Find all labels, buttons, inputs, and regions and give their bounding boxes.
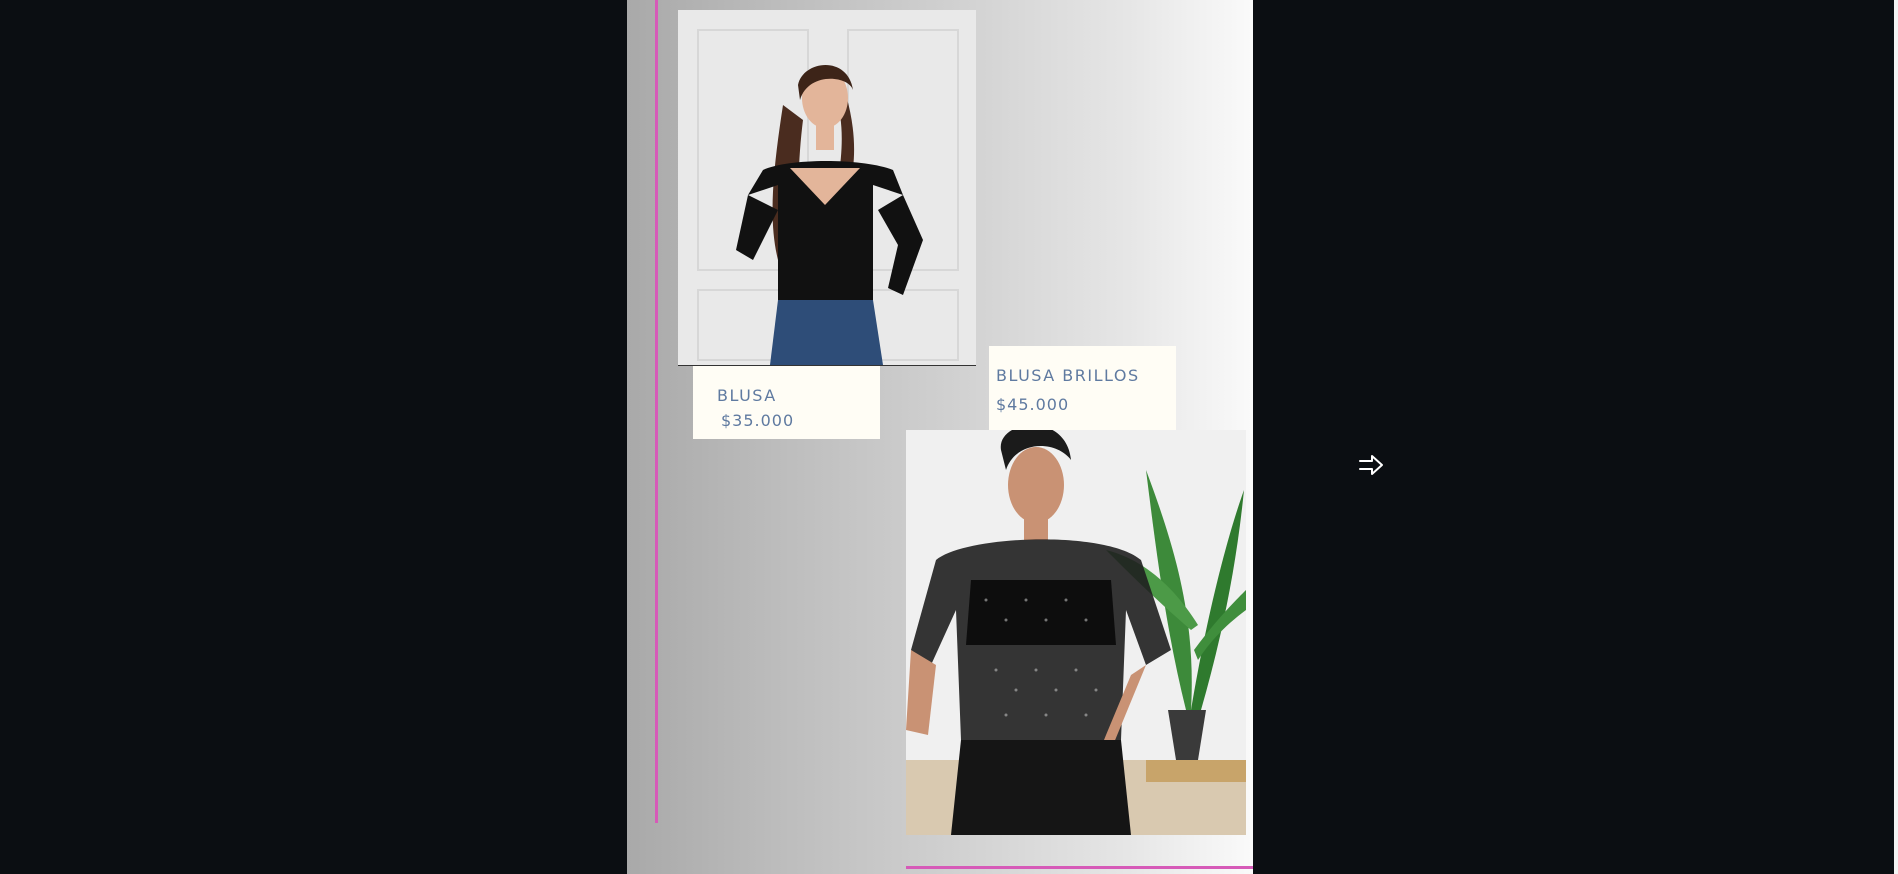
- gallery-page: BLUSA $35.000 BLUSA BRILLOS $45.000: [627, 0, 1253, 874]
- product-image-blusa-brillos[interactable]: [906, 430, 1246, 835]
- product-name: BLUSA BRILLOS: [996, 366, 1140, 385]
- product-price: $45.000: [996, 395, 1070, 414]
- product-image-blusa[interactable]: [678, 10, 976, 366]
- product-price: $35.000: [721, 411, 795, 430]
- product-name: BLUSA: [717, 386, 777, 405]
- arrow-right-icon[interactable]: [1357, 453, 1385, 477]
- accent-vertical-line: [655, 0, 658, 823]
- woman-black-blouse-illustration: [678, 10, 976, 365]
- scrollbar-edge: [1894, 0, 1898, 874]
- lightbox-stage: BLUSA $35.000 BLUSA BRILLOS $45.000: [0, 0, 1898, 874]
- product-card-blusa[interactable]: BLUSA $35.000: [693, 366, 880, 439]
- woman-sheer-top-illustration: [906, 430, 1246, 835]
- accent-horizontal-line: [906, 866, 1253, 869]
- product-card-blusa-brillos[interactable]: BLUSA BRILLOS $45.000: [989, 346, 1176, 430]
